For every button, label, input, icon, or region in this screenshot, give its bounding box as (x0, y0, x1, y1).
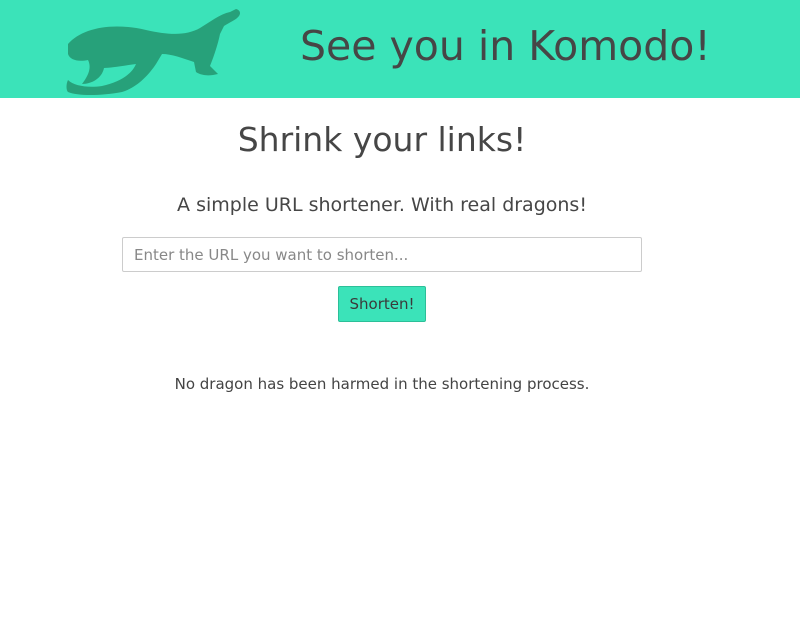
footnote-text: No dragon has been harmed in the shorten… (174, 375, 590, 393)
site-title: See you in Komodo! (300, 22, 711, 70)
komodo-dragon-icon[interactable] (64, 4, 246, 99)
shorten-button[interactable]: Shorten! (338, 286, 426, 322)
page-title: Shrink your links! (237, 120, 527, 159)
site-header: See you in Komodo! (0, 0, 800, 98)
url-input[interactable] (122, 237, 642, 272)
page-subtitle: A simple URL shortener. With real dragon… (177, 194, 587, 216)
